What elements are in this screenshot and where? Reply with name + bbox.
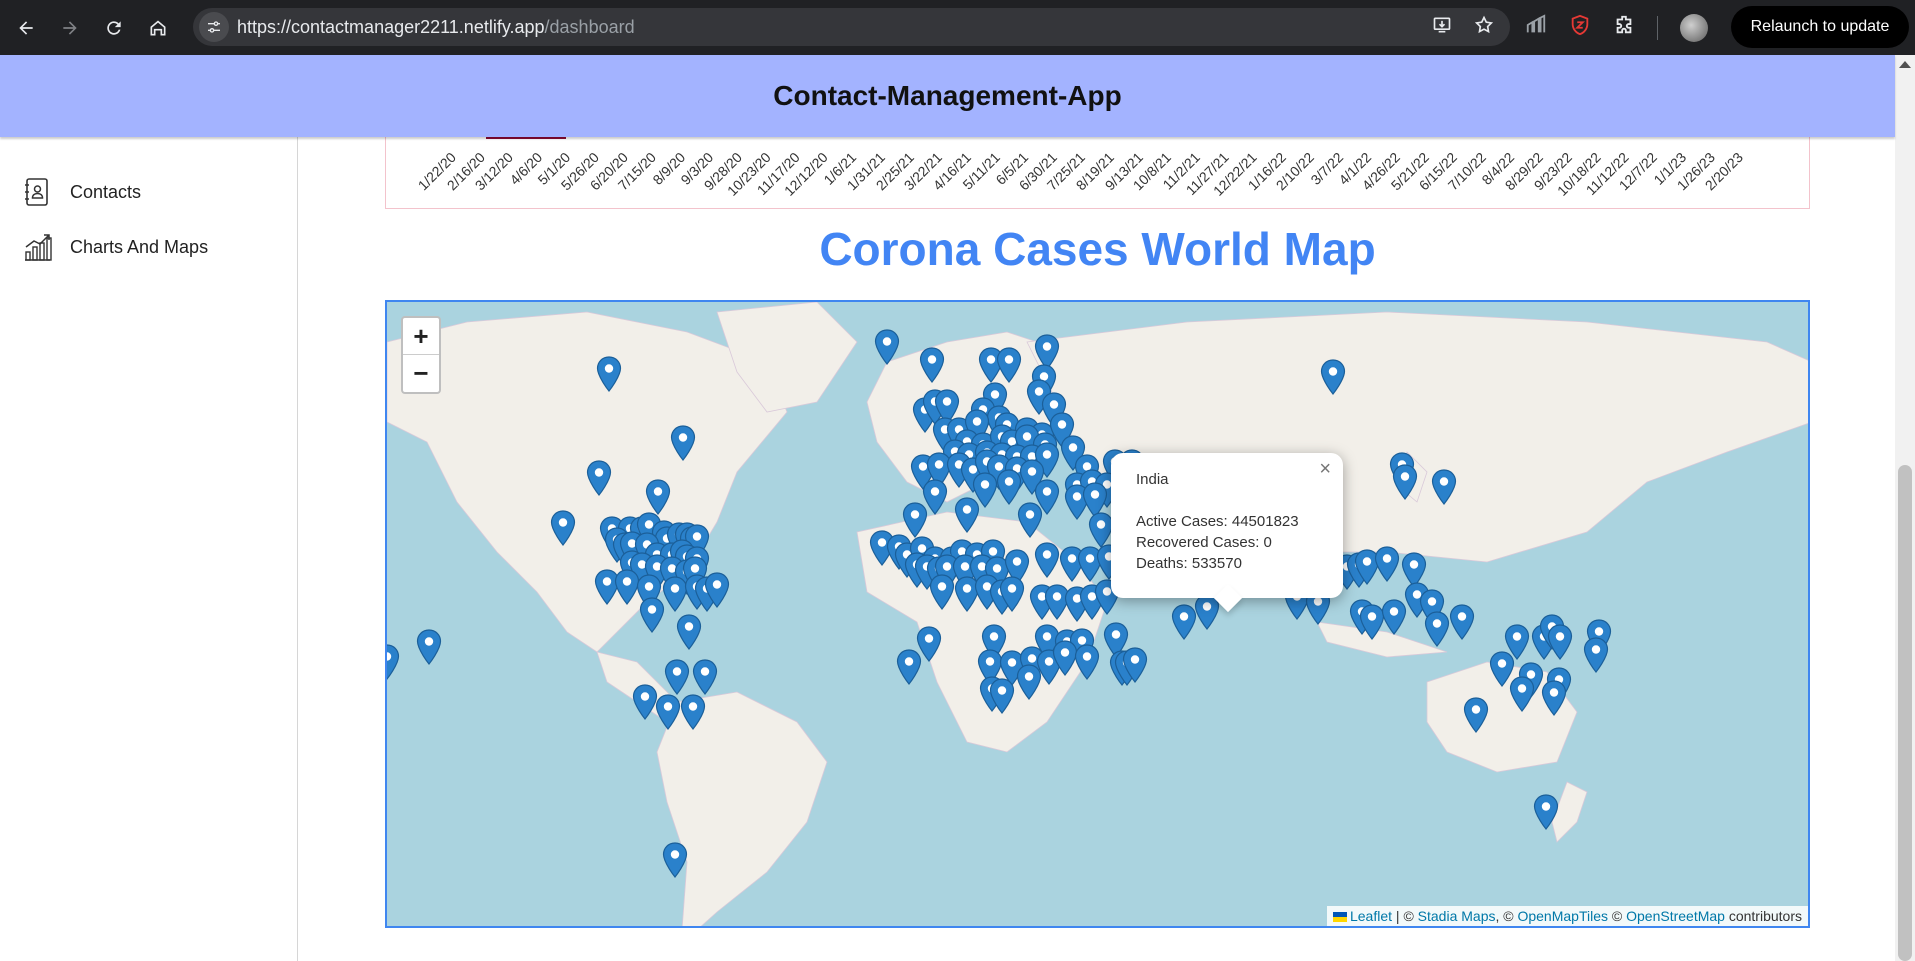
- location-pin-icon[interactable]: [670, 425, 696, 461]
- location-pin-icon[interactable]: [676, 614, 702, 650]
- country-popup: × India Active Cases: 44501823 Recovered…: [1111, 453, 1343, 613]
- ukraine-flag-icon: [1332, 912, 1347, 923]
- location-pin-icon[interactable]: [902, 502, 928, 538]
- location-pin-icon[interactable]: [1547, 624, 1573, 660]
- location-pin-icon[interactable]: [639, 597, 665, 633]
- location-pin-icon[interactable]: [1171, 604, 1197, 640]
- location-pin-icon[interactable]: [1583, 637, 1609, 673]
- location-pin-icon[interactable]: [655, 694, 681, 730]
- location-pin-icon[interactable]: [1320, 359, 1346, 395]
- map-attribution: Leaflet | © Stadia Maps, © OpenMapTiles …: [1326, 906, 1808, 926]
- sidebar-item-charts-and-maps[interactable]: Charts And Maps: [22, 230, 208, 264]
- location-pin-icon[interactable]: [1424, 611, 1450, 647]
- relaunch-button[interactable]: Relaunch to update: [1731, 6, 1909, 48]
- location-pin-icon[interactable]: [916, 626, 942, 662]
- location-pin-icon[interactable]: [1509, 676, 1535, 712]
- location-pin-icon[interactable]: [1122, 647, 1148, 683]
- location-pin-icon[interactable]: [704, 572, 730, 608]
- location-pin-icon[interactable]: [1381, 599, 1407, 635]
- location-pin-icon[interactable]: [692, 659, 718, 695]
- location-pin-icon[interactable]: [596, 356, 622, 392]
- location-pin-icon[interactable]: [586, 460, 612, 496]
- scroll-up-arrow-icon[interactable]: [1899, 61, 1911, 68]
- location-pin-icon[interactable]: [954, 497, 980, 533]
- attribution-separator: , ©: [1495, 908, 1518, 924]
- location-pin-icon[interactable]: [385, 644, 400, 680]
- extensions-puzzle-icon[interactable]: [1613, 14, 1635, 41]
- chart-line-fragment: [486, 137, 566, 139]
- toolbar-divider: [1657, 15, 1658, 40]
- location-pin-icon[interactable]: [1016, 664, 1042, 700]
- popup-country: India: [1136, 471, 1169, 488]
- leaflet-link[interactable]: Leaflet: [1350, 908, 1392, 924]
- reload-icon[interactable]: [96, 10, 132, 46]
- site-info-icon[interactable]: [199, 12, 229, 42]
- address-bar[interactable]: https://contactmanager2211.netlify.app/d…: [193, 8, 1510, 46]
- popup-close-button[interactable]: ×: [1319, 459, 1331, 480]
- location-pin-icon[interactable]: [1449, 604, 1475, 640]
- zoom-control: + −: [401, 316, 441, 394]
- location-pin-icon[interactable]: [929, 574, 955, 610]
- location-pin-icon[interactable]: [999, 576, 1025, 612]
- attribution-separator: | ©: [1392, 908, 1418, 924]
- location-pin-icon[interactable]: [1074, 644, 1100, 680]
- bookmark-star-icon[interactable]: [1474, 15, 1494, 40]
- location-pin-icon[interactable]: [662, 842, 688, 878]
- openmaptiles-link[interactable]: OpenMapTiles: [1517, 908, 1608, 924]
- scroll-thumb[interactable]: [1898, 465, 1912, 961]
- location-pin-icon[interactable]: [645, 479, 671, 515]
- app-header: Contact-Management-App: [0, 55, 1895, 137]
- performance-icon[interactable]: [1525, 14, 1547, 41]
- url-path: /dashboard: [544, 16, 635, 37]
- popup-deaths: Deaths: 533570: [1136, 555, 1242, 572]
- openstreetmap-link[interactable]: OpenStreetMap: [1626, 908, 1725, 924]
- location-pin-icon[interactable]: [874, 329, 900, 365]
- location-pin-icon[interactable]: [680, 694, 706, 730]
- sidebar-item-label: Contacts: [70, 181, 142, 202]
- home-icon[interactable]: [140, 10, 176, 46]
- location-pin-icon[interactable]: [1392, 464, 1418, 500]
- app-title: Contact-Management-App: [773, 80, 1122, 111]
- zoom-in-button[interactable]: +: [403, 318, 439, 355]
- location-pin-icon[interactable]: [1463, 697, 1489, 733]
- location-pin-icon[interactable]: [416, 629, 442, 665]
- profile-avatar[interactable]: [1680, 13, 1708, 42]
- location-pin-icon[interactable]: [1431, 469, 1457, 505]
- location-pin-icon[interactable]: [919, 347, 945, 383]
- location-pin-icon[interactable]: [989, 678, 1015, 714]
- browser-toolbar: https://contactmanager2211.netlify.app/d…: [0, 0, 1915, 55]
- contacts-book-icon: [25, 178, 48, 206]
- location-pin-icon[interactable]: [1541, 680, 1567, 716]
- stadia-maps-link[interactable]: Stadia Maps: [1418, 908, 1496, 924]
- popup-active-cases: Active Cases: 44501823: [1136, 513, 1299, 530]
- location-pin-icon[interactable]: [1017, 502, 1043, 538]
- zoom-out-button[interactable]: −: [403, 355, 439, 392]
- popup-recovered-cases: Recovered Cases: 0: [1136, 534, 1272, 551]
- forward-icon[interactable]: [52, 10, 88, 46]
- back-icon[interactable]: [8, 10, 44, 46]
- location-pin-icon[interactable]: [664, 659, 690, 695]
- location-pin-icon[interactable]: [1034, 542, 1060, 578]
- sidebar-item-contacts[interactable]: Contacts: [22, 175, 141, 209]
- map-title: Corona Cases World Map: [819, 223, 1376, 275]
- world-map[interactable]: + − × India Active Cases: 44501823 Recov…: [385, 300, 1810, 928]
- page-scrollbar[interactable]: [1895, 55, 1915, 961]
- cases-line-chart: 1/22/20 2/16/20 3/12/20 4/6/20 5/1/20 5/26/20…: [385, 137, 1810, 209]
- attribution-text: contributors: [1724, 908, 1802, 924]
- location-pin-icon[interactable]: [1533, 794, 1559, 830]
- location-pin-icon[interactable]: [1374, 546, 1400, 582]
- extension-shield-icon[interactable]: [1569, 14, 1591, 41]
- attribution-separator: ©: [1608, 908, 1627, 924]
- sidebar-item-label: Charts And Maps: [70, 236, 209, 257]
- install-app-icon[interactable]: [1432, 15, 1452, 40]
- location-pin-icon[interactable]: [996, 469, 1022, 505]
- location-pin-icon[interactable]: [550, 510, 576, 546]
- sidebar: Contacts Charts And Maps: [0, 137, 298, 961]
- location-pin-icon[interactable]: [996, 347, 1022, 383]
- line-chart-icon: [25, 234, 52, 261]
- url-host: https://contactmanager2211.netlify.app: [237, 16, 545, 37]
- url-text: https://contactmanager2211.netlify.app/d…: [237, 17, 635, 38]
